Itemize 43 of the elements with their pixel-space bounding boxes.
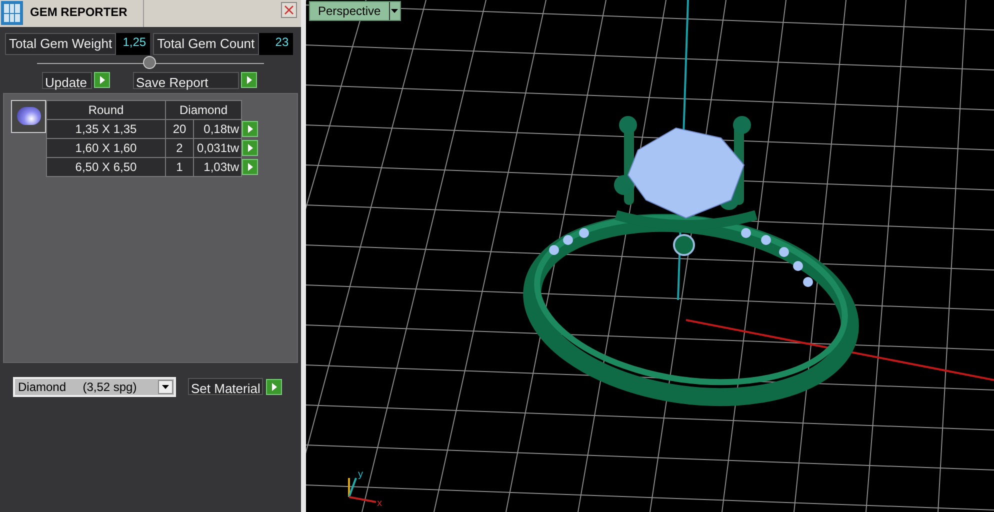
3d-viewport[interactable]: Perspective y x bbox=[306, 0, 994, 512]
update-button[interactable]: Update bbox=[42, 72, 92, 88]
table-cell: 6,50 X 6,50 bbox=[46, 157, 166, 176]
y-axis-label: y bbox=[358, 469, 363, 480]
table-cell: 1,03tw bbox=[194, 157, 242, 176]
row-run-button[interactable] bbox=[242, 158, 258, 174]
app-icon bbox=[1, 1, 23, 25]
play-icon bbox=[248, 162, 252, 170]
gem-thumbnail bbox=[11, 100, 46, 132]
table-cell: 0,18tw bbox=[194, 119, 242, 138]
save-report-button[interactable]: Save Report bbox=[133, 72, 239, 88]
run-button[interactable] bbox=[266, 378, 282, 394]
play-icon bbox=[248, 124, 252, 132]
play-icon bbox=[272, 382, 277, 390]
dropdown-caret-icon bbox=[158, 380, 173, 394]
row-run-button[interactable] bbox=[242, 140, 258, 156]
set-material-button[interactable]: Set Material bbox=[188, 378, 264, 395]
view-dropdown-button[interactable] bbox=[388, 2, 400, 20]
column-header: Round bbox=[46, 100, 166, 119]
close-button[interactable] bbox=[281, 2, 297, 18]
material-value: Diamond (3,52 spg) bbox=[18, 378, 137, 396]
total-value: 23 bbox=[258, 33, 293, 54]
close-icon bbox=[284, 5, 294, 15]
table-cell: 1,35 X 1,35 bbox=[46, 119, 166, 138]
total-value: 1,25 bbox=[116, 33, 150, 54]
total-label: Total Gem Weight bbox=[5, 33, 116, 54]
table-cell: 2 bbox=[166, 138, 194, 157]
table-cell: 20 bbox=[166, 119, 194, 138]
play-icon bbox=[248, 144, 252, 152]
window-title: GEM REPORTER bbox=[24, 0, 144, 27]
axis-triad-drawing bbox=[348, 478, 376, 503]
material-dropdown[interactable]: Diamond (3,52 spg) bbox=[13, 376, 176, 396]
caret-icon bbox=[391, 9, 398, 13]
table-cell: 1,60 X 1,60 bbox=[46, 138, 166, 157]
collapse-handle[interactable] bbox=[143, 56, 156, 68]
x-axis-label: x bbox=[377, 498, 382, 509]
total-label: Total Gem Count bbox=[153, 33, 259, 54]
row-run-button[interactable] bbox=[242, 120, 258, 136]
table-cell: 0,031tw bbox=[194, 138, 242, 157]
column-header: Diamond bbox=[166, 100, 242, 119]
play-icon bbox=[100, 76, 104, 84]
table-cell: 1 bbox=[166, 157, 194, 176]
play-icon bbox=[246, 76, 252, 84]
